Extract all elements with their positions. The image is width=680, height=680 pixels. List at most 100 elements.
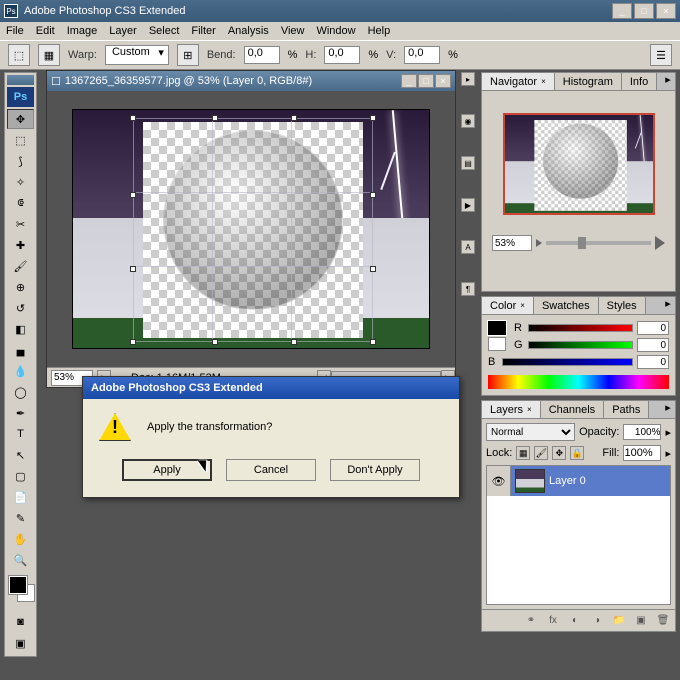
color-menu-icon[interactable]: ▸ — [661, 297, 675, 314]
navigator-thumbnail[interactable] — [503, 113, 655, 215]
green-input[interactable] — [637, 338, 669, 352]
menu-image[interactable]: Image — [67, 25, 98, 37]
hand-tool[interactable]: ✋ — [7, 529, 34, 549]
history-brush-tool[interactable]: ↺ — [7, 298, 34, 318]
pen-tool[interactable]: ✒ — [7, 403, 34, 423]
layer-fx-icon[interactable]: fx — [545, 613, 561, 629]
eyedropper-tool[interactable]: ✎ — [7, 508, 34, 528]
blue-slider[interactable] — [502, 358, 633, 366]
tab-swatches[interactable]: Swatches — [534, 297, 599, 314]
heal-tool[interactable]: ✚ — [7, 235, 34, 255]
adjustment-layer-icon[interactable]: ◑ — [589, 613, 605, 629]
stamp-tool[interactable]: ⊕ — [7, 277, 34, 297]
tab-histogram[interactable]: Histogram — [555, 73, 622, 90]
close-button[interactable]: × — [656, 3, 676, 19]
transform-tool-icon[interactable]: ⬚ — [8, 44, 30, 66]
delete-layer-icon[interactable]: 🗑 — [655, 613, 671, 629]
tab-info[interactable]: Info — [622, 73, 657, 90]
type-tool[interactable]: T — [7, 424, 34, 444]
warp-grid-icon[interactable]: ▦ — [38, 44, 60, 66]
layer-mask-icon[interactable]: ◐ — [567, 613, 583, 629]
path-tool[interactable]: ↖ — [7, 445, 34, 465]
tab-paths[interactable]: Paths — [604, 401, 649, 418]
screenmode-button[interactable]: ▣ — [7, 633, 34, 653]
color-spectrum[interactable] — [488, 375, 669, 389]
nav-zoom-slider[interactable] — [546, 241, 651, 245]
dialog-titlebar[interactable]: Adobe Photoshop CS3 Extended — [83, 377, 459, 399]
menu-help[interactable]: Help — [368, 25, 391, 37]
strip-para-icon[interactable]: ¶ — [461, 282, 475, 296]
dont-apply-button[interactable]: Don't Apply — [330, 459, 420, 481]
canvas[interactable] — [72, 109, 430, 349]
tab-navigator[interactable]: Navigator× — [482, 73, 555, 90]
doc-minimize-button[interactable]: _ — [401, 74, 417, 88]
doc-maximize-button[interactable]: □ — [418, 74, 434, 88]
strip-hist-icon[interactable]: ▤ — [461, 156, 475, 170]
notes-tool[interactable]: 📄 — [7, 487, 34, 507]
v-field[interactable]: 0,0 — [404, 46, 440, 64]
menu-analysis[interactable]: Analysis — [228, 25, 269, 37]
warp-preset-select[interactable]: Custom — [105, 45, 169, 65]
lock-all-icon[interactable]: 🔒 — [570, 446, 584, 460]
tab-channels[interactable]: Channels — [541, 401, 604, 418]
crop-tool[interactable]: ⟃ — [7, 193, 34, 213]
workspace-icon[interactable]: ☰ — [650, 44, 672, 66]
warp-orientation-icon[interactable]: ⊞ — [177, 44, 199, 66]
wand-tool[interactable]: ✧ — [7, 172, 34, 192]
layer-thumbnail[interactable] — [515, 469, 545, 493]
menu-edit[interactable]: Edit — [36, 25, 55, 37]
menu-select[interactable]: Select — [149, 25, 180, 37]
color-bg-swatch[interactable] — [488, 337, 506, 351]
tab-layers[interactable]: Layers× — [482, 401, 541, 418]
quickmask-button[interactable]: ◙ — [7, 612, 34, 632]
menu-filter[interactable]: Filter — [191, 25, 215, 37]
tab-styles[interactable]: Styles — [599, 297, 646, 314]
doc-close-button[interactable]: × — [435, 74, 451, 88]
zoom-in-icon[interactable] — [655, 236, 665, 250]
layers-menu-icon[interactable]: ▸ — [661, 401, 675, 418]
link-layers-icon[interactable]: ⚭ — [523, 613, 539, 629]
strip-nav-icon[interactable]: ◉ — [461, 114, 475, 128]
maximize-button[interactable]: □ — [634, 3, 654, 19]
visibility-icon[interactable]: 👁 — [487, 466, 511, 496]
shape-tool[interactable]: ▢ — [7, 466, 34, 486]
layer-group-icon[interactable]: 📁 — [611, 613, 627, 629]
blue-input[interactable] — [637, 355, 669, 369]
apply-button[interactable]: Apply — [122, 459, 212, 481]
tab-color[interactable]: Color× — [482, 297, 534, 314]
zoom-out-icon[interactable] — [536, 239, 542, 247]
color-fg-swatch[interactable] — [488, 321, 506, 335]
foreground-swatch[interactable] — [9, 576, 27, 594]
strip-expand-icon[interactable]: ▸ — [461, 72, 475, 86]
eraser-tool[interactable]: ◧ — [7, 319, 34, 339]
strip-char-icon[interactable]: A — [461, 240, 475, 254]
layer-item[interactable]: 👁 Layer 0 — [487, 466, 670, 496]
menu-view[interactable]: View — [281, 25, 305, 37]
strip-actions-icon[interactable]: ▶ — [461, 198, 475, 212]
layer-name[interactable]: Layer 0 — [549, 475, 586, 487]
slice-tool[interactable]: ✂ — [7, 214, 34, 234]
brush-tool[interactable]: 🖌 — [7, 256, 34, 276]
fill-input[interactable] — [623, 445, 661, 461]
blur-tool[interactable]: 💧 — [7, 361, 34, 381]
panel-menu-icon[interactable]: ▸ — [661, 73, 675, 90]
h-field[interactable]: 0,0 — [324, 46, 360, 64]
opacity-input[interactable] — [623, 424, 661, 440]
lock-position-icon[interactable]: ✥ — [552, 446, 566, 460]
lock-transparent-icon[interactable]: ▦ — [516, 446, 530, 460]
warp-grid[interactable] — [133, 118, 373, 342]
menu-window[interactable]: Window — [316, 25, 355, 37]
lasso-tool[interactable]: ⟆ — [7, 151, 34, 171]
green-slider[interactable] — [528, 341, 633, 349]
move-tool[interactable]: ✥ — [7, 109, 34, 129]
toolbox-header[interactable] — [7, 75, 34, 85]
minimize-button[interactable]: _ — [612, 3, 632, 19]
fill-menu-icon[interactable]: ▸ — [665, 447, 671, 460]
document-titlebar[interactable]: ☐ 1367265_36359577.jpg @ 53% (Layer 0, R… — [47, 71, 455, 91]
blend-mode-select[interactable]: Normal — [486, 423, 575, 441]
opacity-menu-icon[interactable]: ▸ — [665, 426, 671, 439]
cancel-button[interactable]: Cancel — [226, 459, 316, 481]
bend-field[interactable]: 0,0 — [244, 46, 280, 64]
marquee-tool[interactable]: ⬚ — [7, 130, 34, 150]
zoom-tool[interactable]: 🔍 — [7, 550, 34, 570]
